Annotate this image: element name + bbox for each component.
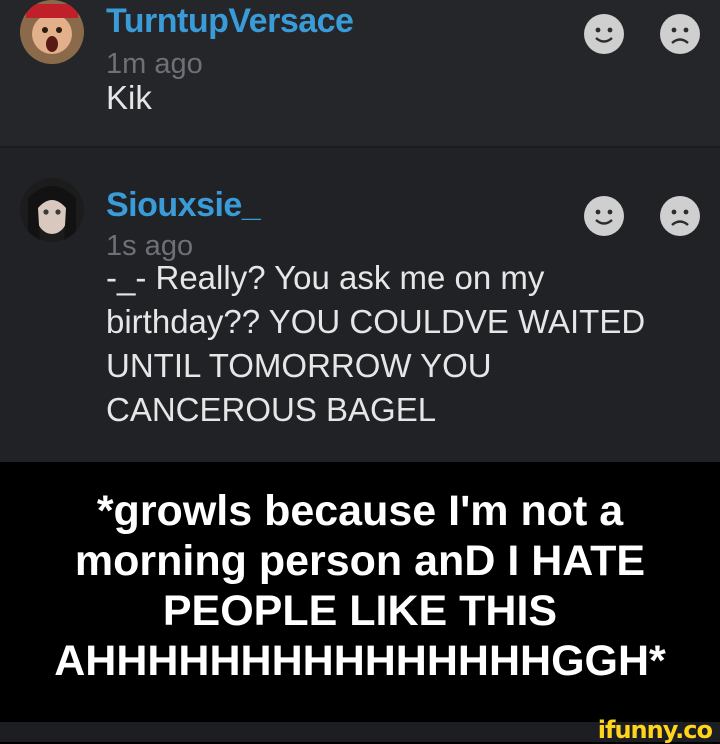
caption-line: *growls because I'm not a [96,487,624,535]
comment-item: TurntupVersace 1m ago Kik [0,0,720,148]
comment-item: Siouxsie_ 1s ago -_- Really? You ask me … [0,148,720,462]
avatar[interactable] [20,178,84,242]
comment-text: -_- Really? You ask me on my birthday?? … [106,259,646,428]
caption-line: PEOPLE LIKE THIS [162,587,558,635]
username[interactable]: TurntupVersace [106,2,354,41]
watermark: ifunny.co [597,716,713,744]
caption-line: AHHHHHHHHHHHHHHHGGH* [54,637,666,685]
comment-text: Kik [106,79,152,116]
frown-icon[interactable] [660,196,700,236]
frown-icon[interactable] [660,14,700,54]
footer: ifunny.co [0,716,720,744]
avatar[interactable] [20,0,84,64]
caption-line: morning person anD I HATE [74,537,646,585]
meme-caption: *growls because I'm not a morning person… [0,462,720,722]
smiley-icon[interactable] [584,14,624,54]
username[interactable]: Siouxsie_ [106,186,261,225]
smiley-icon[interactable] [584,196,624,236]
